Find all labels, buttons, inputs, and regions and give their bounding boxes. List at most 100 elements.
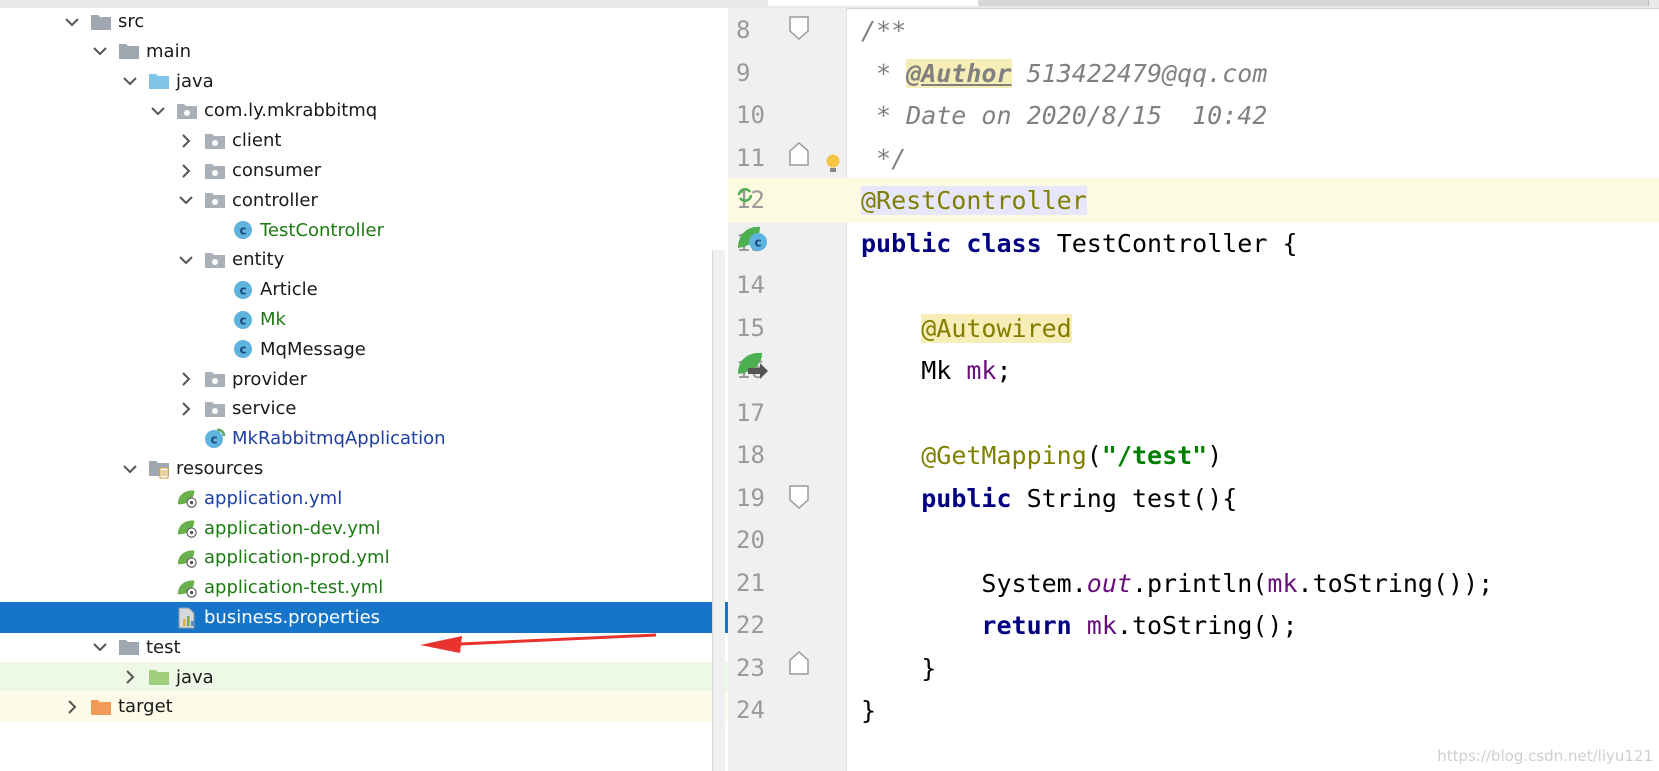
- fold-start-icon[interactable]: [788, 484, 810, 514]
- fold-end-icon[interactable]: [788, 141, 810, 171]
- code-line-24[interactable]: 24}: [728, 688, 1659, 733]
- comment-token: *: [861, 58, 907, 88]
- chevron-right-icon[interactable]: [176, 161, 196, 181]
- chevron-down-icon[interactable]: [62, 12, 82, 32]
- code-line-11[interactable]: 11 */: [728, 136, 1659, 181]
- tree-item-label: test: [146, 636, 181, 658]
- svg-text:c: c: [210, 432, 217, 446]
- code-text: public String test(){: [861, 476, 1237, 521]
- chevron-right-icon[interactable]: [176, 369, 196, 389]
- code-line-9[interactable]: 9 * @Author 513422479@qq.com: [728, 51, 1659, 96]
- tree-item-src[interactable]: src: [0, 6, 728, 37]
- tree-item-application-prod-yml[interactable]: application-prod.yml: [0, 542, 728, 573]
- properties-file-icon: [176, 607, 198, 628]
- tree-item-java[interactable]: java: [0, 66, 728, 97]
- editor-tab[interactable]: [1388, 0, 1649, 6]
- tree-item-article[interactable]: c Article: [0, 274, 728, 305]
- folder-gray-icon: [118, 637, 140, 657]
- tree-item-application-dev-yml[interactable]: application-dev.yml: [0, 513, 728, 544]
- code-line-16[interactable]: 16 Mk mk;: [728, 348, 1659, 393]
- tree-item-com-ly-mkrabbitmq[interactable]: com.ly.mkrabbitmq: [0, 95, 728, 126]
- code-text: return mk.toString();: [861, 603, 1297, 648]
- code-text: }: [861, 646, 936, 691]
- panel-splitter[interactable]: [712, 250, 725, 771]
- comment-token: 513422479@qq.com: [1011, 58, 1268, 88]
- chevron-down-icon[interactable]: [90, 41, 110, 61]
- chevron-down-icon[interactable]: [120, 71, 140, 91]
- chevron-right-icon[interactable]: [120, 667, 140, 687]
- navigate-to-bean-icon[interactable]: [736, 350, 770, 386]
- package-icon: [204, 250, 226, 270]
- tree-item-label: consumer: [232, 160, 322, 181]
- folder-gray-icon: [118, 41, 140, 61]
- package-icon: [204, 369, 226, 389]
- tree-item-target[interactable]: target: [0, 691, 728, 723]
- chevron-right-icon[interactable]: [62, 697, 82, 717]
- tree-item-entity[interactable]: entity: [0, 244, 728, 275]
- red-arrow-annotation: [420, 633, 657, 653]
- tree-item-application-yml[interactable]: application.yml: [0, 483, 728, 514]
- chevron-down-icon[interactable]: [90, 637, 110, 657]
- code-line-14[interactable]: 14: [728, 263, 1659, 308]
- svg-text:c: c: [239, 283, 246, 297]
- tree-item-testcontroller[interactable]: c TestController: [0, 215, 728, 246]
- chevron-down-icon[interactable]: [148, 101, 168, 121]
- line-number: 17: [736, 398, 765, 427]
- tree-item-consumer[interactable]: consumer: [0, 155, 728, 186]
- spring-class-icon[interactable]: c: [736, 224, 770, 258]
- chevron-right-icon[interactable]: [176, 399, 196, 419]
- annotation-token: @GetMapping: [921, 441, 1087, 470]
- tree-item-label: main: [146, 40, 191, 62]
- tree-item-resources[interactable]: resources: [0, 453, 728, 484]
- tree-item-client[interactable]: client: [0, 125, 728, 156]
- tree-item-service[interactable]: service: [0, 393, 728, 424]
- svg-text:c: c: [239, 313, 246, 327]
- code-editor[interactable]: 8/** 9 * @Author 513422479@qq.com 10 * Dat…: [728, 0, 1659, 771]
- editor-tab[interactable]: [978, 0, 1159, 6]
- code-line-21[interactable]: 21 System.out.println(mk.toString());: [728, 561, 1659, 606]
- keyword-token: public: [921, 483, 1012, 513]
- class-icon: c: [232, 220, 254, 240]
- tree-item-main[interactable]: main: [0, 36, 728, 67]
- chevron-down-icon[interactable]: [120, 459, 140, 479]
- class-icon: c: [232, 339, 254, 359]
- code-line-20[interactable]: 20: [728, 518, 1659, 563]
- code-line-13[interactable]: 13public class TestController {: [728, 221, 1659, 266]
- chevron-right-icon[interactable]: [176, 131, 196, 151]
- spring-bean-icon[interactable]: [736, 186, 754, 208]
- line-number: 20: [736, 526, 765, 554]
- project-tree-panel: src main java com.ly.mkrabbitmq client consum…: [0, 0, 728, 771]
- code-line-22[interactable]: 22 return mk.toString();: [728, 603, 1659, 648]
- code-line-12[interactable]: 12 @RestController: [728, 178, 1659, 223]
- code-line-23[interactable]: 23 }: [728, 646, 1659, 691]
- tree-item-mkrabbitmqapplication[interactable]: c MkRabbitmqApplication: [0, 423, 728, 454]
- editor-tab[interactable]: [1158, 0, 1389, 6]
- code-line-18[interactable]: 18 @GetMapping("/test"): [728, 433, 1659, 478]
- tree-item-controller[interactable]: controller: [0, 185, 728, 216]
- javadoc-tag-token: @Author: [906, 58, 1012, 88]
- tree-item-java[interactable]: java: [0, 661, 728, 693]
- tree-item-mk[interactable]: c Mk: [0, 304, 728, 335]
- fold-start-icon[interactable]: [788, 15, 810, 45]
- code-line-17[interactable]: 17: [728, 391, 1659, 436]
- code-line-19[interactable]: 19 public String test(){: [728, 476, 1659, 521]
- tree-item-label: MkRabbitmqApplication: [232, 428, 446, 450]
- code-line-8[interactable]: 8 /**: [728, 8, 1659, 53]
- lightbulb-icon[interactable]: [824, 152, 842, 180]
- fold-end-icon[interactable]: [788, 650, 810, 680]
- tree-item-provider[interactable]: provider: [0, 364, 728, 395]
- chevron-down-icon[interactable]: [176, 190, 196, 210]
- tree-item-application-test-yml[interactable]: application-test.yml: [0, 572, 728, 603]
- line-number: 9: [736, 58, 751, 87]
- package-icon: [176, 101, 198, 121]
- editor-tab-active[interactable]: [768, 0, 979, 6]
- svg-text:c: c: [239, 343, 246, 357]
- chevron-down-icon[interactable]: [176, 250, 196, 270]
- tree-item-business-properties[interactable]: business.properties: [0, 602, 728, 633]
- line-number: 21: [736, 568, 765, 597]
- code-line-15[interactable]: 15 @Autowired: [728, 306, 1659, 351]
- code-line-10[interactable]: 10 * Date on 2020/8/15 10:42: [728, 93, 1659, 138]
- package-icon: [204, 399, 226, 419]
- tree-item-mqmessage[interactable]: c MqMessage: [0, 334, 728, 365]
- field-token: mk: [966, 356, 997, 385]
